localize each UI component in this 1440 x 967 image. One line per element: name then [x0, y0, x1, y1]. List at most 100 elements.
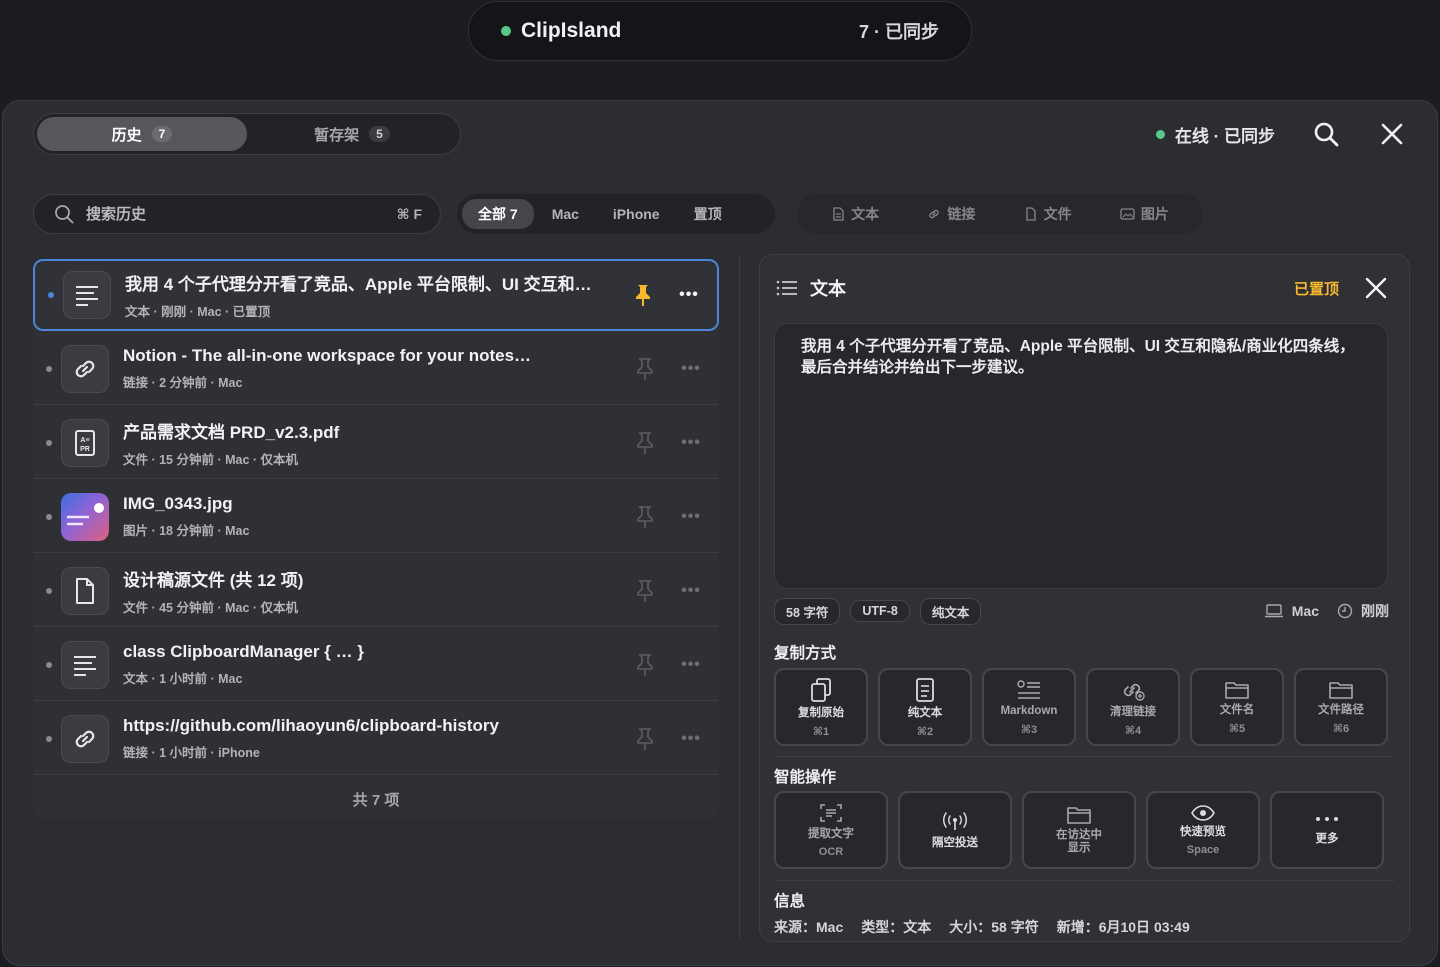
airdrop-label: 隔空投送 [932, 836, 978, 849]
search-icon [55, 205, 74, 224]
list-item[interactable]: Notion - The all-in-one workspace for yo… [33, 333, 719, 405]
item-dot [46, 439, 52, 446]
copy-markdown-shortcut: ⌘3 [1020, 723, 1038, 736]
tab-history[interactable]: 历史 7 [37, 117, 247, 151]
content-preview[interactable]: 我用 4 个子代理分开看了竞品、Apple 平台限制、UI 交互和隐私/商业化四… [774, 323, 1388, 589]
source-filters: 全部 7 Mac iPhone 置顶 [457, 194, 775, 234]
type-filter-image[interactable]: 图片 [1120, 204, 1169, 224]
show-in-finder-label: 在访达中 显示 [1056, 829, 1102, 854]
close-button[interactable] [1377, 119, 1407, 149]
file-icon [1025, 207, 1036, 221]
quick-look-label: 快速预览 [1180, 826, 1226, 838]
pin-button[interactable] [633, 431, 657, 455]
filter-mac[interactable]: Mac [536, 201, 595, 227]
search-input[interactable] [86, 205, 385, 223]
ocr-label: 提取文字 [808, 828, 854, 840]
info-added: 新增：6月10日 03:49 [1056, 919, 1190, 935]
app-island[interactable]: ClipIsland 7 · 已同步 [468, 1, 972, 61]
copy-raw-button[interactable]: 复制原始 ⌘1 [774, 668, 868, 746]
copied-time: 刚刚 [1361, 603, 1389, 619]
filter-all[interactable]: 全部 7 [462, 199, 534, 229]
item-meta: 文本 · 刚刚 · Mac · 已置顶 [125, 305, 271, 319]
eye-icon [1191, 805, 1215, 821]
show-in-finder-button[interactable]: 在访达中 显示 [1022, 791, 1136, 869]
close-icon [1365, 277, 1387, 299]
more-button[interactable]: ••• [679, 727, 703, 751]
section-divider [774, 880, 1395, 881]
airdrop-button[interactable]: 隔空投送 [898, 791, 1012, 869]
pin-button[interactable] [633, 505, 657, 529]
clean-link-button[interactable]: 清理链接 ⌘4 [1086, 668, 1180, 746]
type-filter-text[interactable]: 文本 [831, 204, 879, 224]
filter-pinned[interactable]: 置顶 [678, 199, 738, 229]
item-dot [46, 661, 52, 668]
svg-text:A≡: A≡ [80, 437, 89, 444]
char-count-tag: 58 字符 [774, 597, 841, 625]
type-filter-text-label: 文本 [851, 206, 880, 222]
copy-plain-label: 纯文本 [907, 706, 943, 719]
list-item[interactable]: A≡ PR 产品需求文档 PRD_v2.3.pdf 文件 · 15 分钟前 · M… [33, 407, 719, 479]
pin-button[interactable] [633, 579, 657, 603]
more-actions-label: 更多 [1315, 832, 1339, 845]
detail-close-button[interactable] [1361, 273, 1391, 303]
pinned-badge[interactable]: 已置顶 [1294, 278, 1339, 299]
item-meta: 链接 · 1 小时前 · iPhone [123, 746, 260, 760]
detail-type-label: 文本 [810, 279, 846, 299]
item-meta: 链接 · 2 分钟前 · Mac [123, 376, 243, 390]
tab-shelf-count: 5 [369, 126, 390, 142]
more-button[interactable]: ••• [679, 653, 703, 677]
island-status: 7 · 已同步 [858, 22, 939, 42]
more-actions-button[interactable]: 更多 [1270, 791, 1384, 869]
pane-divider [739, 256, 740, 941]
item-type-thumb: A≡ PR [61, 418, 109, 467]
more-button[interactable]: ••• [679, 431, 703, 455]
tab-shelf-label: 暂存架 [314, 126, 360, 144]
more-button[interactable]: ••• [677, 283, 701, 307]
list-item[interactable]: class ClipboardManager { … } 文本 · 1 小时前 … [33, 629, 719, 701]
ocr-button[interactable]: 提取文字 OCR [774, 791, 888, 869]
copy-plain-button[interactable]: 纯文本 ⌘2 [878, 668, 972, 746]
pin-button[interactable] [633, 727, 657, 751]
item-meta: 文本 · 1 小时前 · Mac [123, 672, 243, 686]
copy-actions: 复制原始 ⌘1 纯文本 ⌘2 Markdown ⌘3 清理链接 ⌘4 文件名 ⌘… [774, 668, 1388, 746]
search-button[interactable] [1311, 119, 1341, 149]
copy-icon [811, 677, 831, 702]
airdrop-icon [943, 811, 967, 830]
more-button[interactable]: ••• [679, 357, 703, 381]
pin-outline-icon [637, 505, 653, 528]
list-item[interactable]: https://github.com/lihaoyun6/clipboard-h… [33, 703, 719, 775]
filter-iphone[interactable]: iPhone [597, 201, 676, 227]
search-field[interactable]: ⌘ F [33, 194, 441, 234]
more-button[interactable]: ••• [679, 505, 703, 529]
list-count: 共 7 项 [352, 792, 400, 809]
pin-button[interactable] [633, 653, 657, 677]
copy-markdown-label: Markdown [1000, 704, 1058, 717]
quick-look-button[interactable]: 快速预览 Space [1146, 791, 1260, 869]
clipboard-panel: 历史 7 暂存架 5 在线 · 已同步 ⌘ F [2, 100, 1438, 966]
info-section-title: 信息 [774, 893, 806, 910]
item-type-thumb [61, 714, 109, 763]
more-button[interactable]: ••• [679, 579, 703, 603]
list-item[interactable]: IMG_0343.jpg 图片 · 18 分钟前 · Mac ••• [33, 481, 719, 553]
close-icon [1381, 123, 1403, 145]
item-type-thumb [61, 344, 109, 393]
copy-filepath-shortcut: ⌘6 [1332, 722, 1350, 735]
copy-filepath-button[interactable]: 文件路径 ⌘6 [1294, 668, 1388, 746]
item-title: 我用 4 个子代理分开看了竞品、Apple 平台限制、UI 交互和… [125, 275, 592, 294]
history-list: 我用 4 个子代理分开看了竞品、Apple 平台限制、UI 交互和… 文本 · … [33, 259, 719, 819]
item-meta: 文件 · 15 分钟前 · Mac · 仅本机 [123, 452, 299, 467]
list-item[interactable]: 我用 4 个子代理分开看了竞品、Apple 平台限制、UI 交互和… 文本 · … [33, 259, 719, 331]
finder-icon [1067, 807, 1091, 824]
info-source: 来源：Mac [774, 919, 844, 935]
type-filter-link[interactable]: 链接 [927, 204, 975, 224]
type-filter-file[interactable]: 文件 [1024, 204, 1072, 224]
list-item[interactable]: 设计稿源文件 (共 12 项) 文件 · 45 分钟前 · Mac · 仅本机 … [33, 555, 719, 627]
copy-filename-button[interactable]: 文件名 ⌘5 [1190, 668, 1284, 746]
pin-button[interactable] [631, 283, 655, 307]
type-filter-link-label: 链接 [947, 206, 976, 222]
markdown-icon [1017, 679, 1040, 699]
list-icon [776, 280, 797, 296]
copy-markdown-button[interactable]: Markdown ⌘3 [982, 668, 1076, 746]
pin-button[interactable] [633, 357, 657, 381]
tab-shelf[interactable]: 暂存架 5 [247, 117, 457, 151]
